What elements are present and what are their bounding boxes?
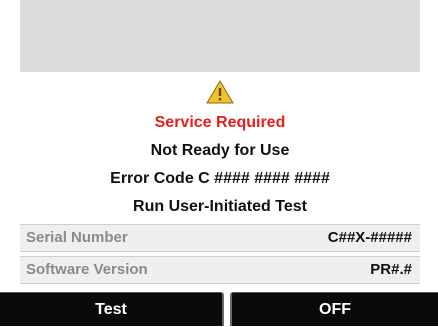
software-version-label: Software Version	[26, 261, 148, 278]
instruction-message: Run User-Initiated Test	[133, 198, 307, 215]
warning-triangle-icon	[206, 80, 234, 104]
alert-panel: Service Required Not Ready for Use Error…	[20, 72, 420, 290]
software-version-value: PR#.#	[370, 261, 412, 278]
serial-number-label: Serial Number	[26, 229, 128, 246]
serial-number-value: C##X-#####	[327, 229, 412, 246]
alert-title: Service Required	[154, 114, 286, 131]
software-version-row: Software Version PR#.#	[20, 256, 420, 284]
error-code: Error Code C #### #### ####	[110, 170, 330, 187]
serial-number-row: Serial Number C##X-#####	[20, 224, 420, 252]
test-button[interactable]: Test	[0, 292, 224, 326]
header-bar	[20, 0, 420, 72]
device-screen: Service Required Not Ready for Use Error…	[0, 0, 438, 326]
softkey-bar: Test OFF	[0, 292, 438, 326]
status-message: Not Ready for Use	[150, 142, 290, 159]
off-button[interactable]: OFF	[230, 292, 438, 326]
